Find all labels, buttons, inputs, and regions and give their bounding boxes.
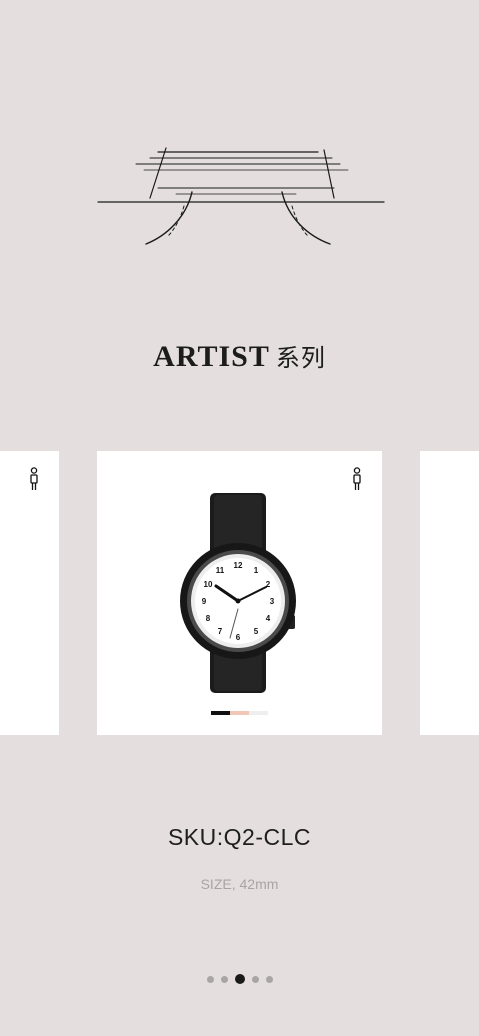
svg-text:8: 8 [206,614,211,623]
carousel-card-previous[interactable] [0,451,59,735]
wristwatch-image: 12 1 2 3 4 5 6 7 8 9 10 11 [180,493,296,693]
svg-text:1: 1 [254,566,259,575]
color-swatches [211,711,268,715]
page-dot-1[interactable] [206,975,214,983]
svg-text:12: 12 [234,561,243,570]
svg-text:11: 11 [216,566,225,575]
page-dot-5[interactable] [265,975,273,983]
person-standing-icon [30,467,38,490]
swatch-pink[interactable] [230,711,249,715]
page-dot-3-active[interactable] [234,974,245,984]
page-dot-4[interactable] [251,975,259,983]
series-name: ARTIST [153,340,270,373]
person-standing-icon [353,467,361,490]
table-line-art-logo [97,147,385,245]
svg-text:7: 7 [218,627,223,636]
carousel-card-next[interactable] [420,451,479,735]
swatch-black[interactable] [211,711,230,715]
svg-text:9: 9 [202,597,207,606]
product-size: SIZE, 42mm [200,876,279,892]
svg-text:6: 6 [236,633,241,642]
svg-text:3: 3 [270,597,275,606]
carousel-pagination [0,974,479,984]
svg-text:10: 10 [204,580,213,589]
svg-text:4: 4 [266,614,271,623]
carousel-card-current[interactable]: 12 1 2 3 4 5 6 7 8 9 10 11 [97,451,382,735]
svg-text:5: 5 [254,627,259,636]
series-suffix: 系列 [275,344,326,372]
swatch-white[interactable] [249,711,268,715]
page-dot-2[interactable] [220,975,228,983]
product-sku: SKU:Q2-CLC [167,824,312,850]
series-title: ARTIST 系列 [0,338,479,374]
